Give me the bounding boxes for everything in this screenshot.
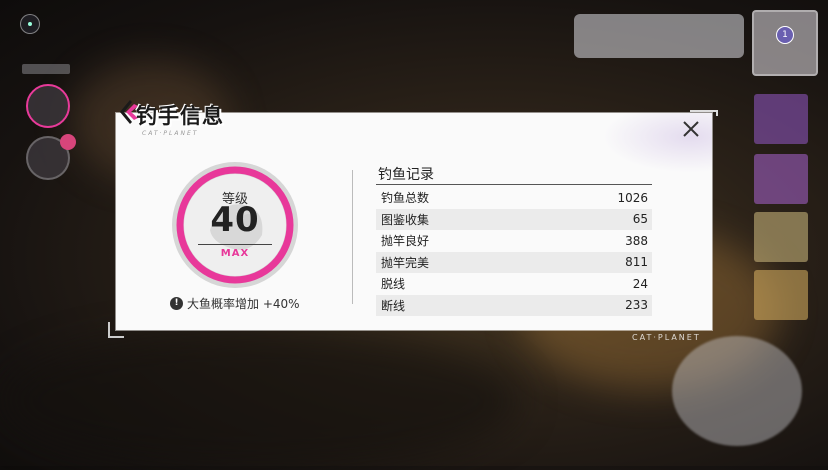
record-row: 抛竿良好 388 [376,230,652,252]
panel-corner-decoration [690,110,718,116]
panel-brand-footer: CAT·PLANET [632,333,701,342]
records-list: 钓鱼总数 1026 图鉴收集 65 抛竿良好 388 抛竿完美 811 脱线 2… [376,187,652,316]
right-tile-1[interactable] [754,94,808,144]
record-row: 断线 233 [376,294,652,316]
record-row: 图鉴收集 65 [376,208,652,230]
record-value: 24 [632,276,648,291]
records-title-underline [376,184,652,185]
level-value: 40 [210,200,260,240]
side-label [22,64,70,74]
record-value: 233 [625,298,648,313]
panel-title: 钓手信息 [136,104,224,128]
record-value: 388 [625,233,648,248]
bonus-info: ! 大鱼概率增加 +40% [170,295,300,312]
close-icon[interactable] [680,118,702,140]
record-label: 抛竿良好 [381,234,430,249]
record-label: 图鉴收集 [381,212,430,227]
record-value: 811 [625,255,648,270]
record-row: 脱线 24 [376,273,652,295]
record-label: 断线 [381,298,406,313]
bonus-text: 大鱼概率增加 +40% [187,297,300,311]
right-tile-3[interactable] [754,212,808,262]
right-tile-2[interactable] [754,154,808,204]
background-shade [0,330,520,470]
record-value: 1026 [617,190,648,205]
menu-button[interactable] [20,14,40,34]
level-ring: 等级 40 MAX [170,160,300,290]
level-max-label: MAX [220,248,250,259]
right-tile-4[interactable] [754,270,808,320]
record-label: 脱线 [381,277,406,292]
panel-subtitle: CAT·PLANET [142,130,199,137]
record-row: 钓鱼总数 1026 [376,187,652,209]
section-divider [352,170,353,304]
exclamation-icon: ! [170,297,183,310]
avatar-badge: 1 [776,26,794,44]
record-label: 抛竿完美 [381,255,430,270]
record-row: 抛竿完美 811 [376,251,652,273]
level-divider [198,244,272,245]
panel-corner-decoration [108,322,124,338]
notification-badge [60,134,76,150]
side-fishing-icon[interactable] [26,84,70,128]
record-label: 钓鱼总数 [381,191,430,206]
record-value: 65 [632,212,648,227]
records-title: 钓鱼记录 [378,167,434,183]
chat-bubble[interactable] [574,14,744,58]
mascot-image [672,336,802,446]
